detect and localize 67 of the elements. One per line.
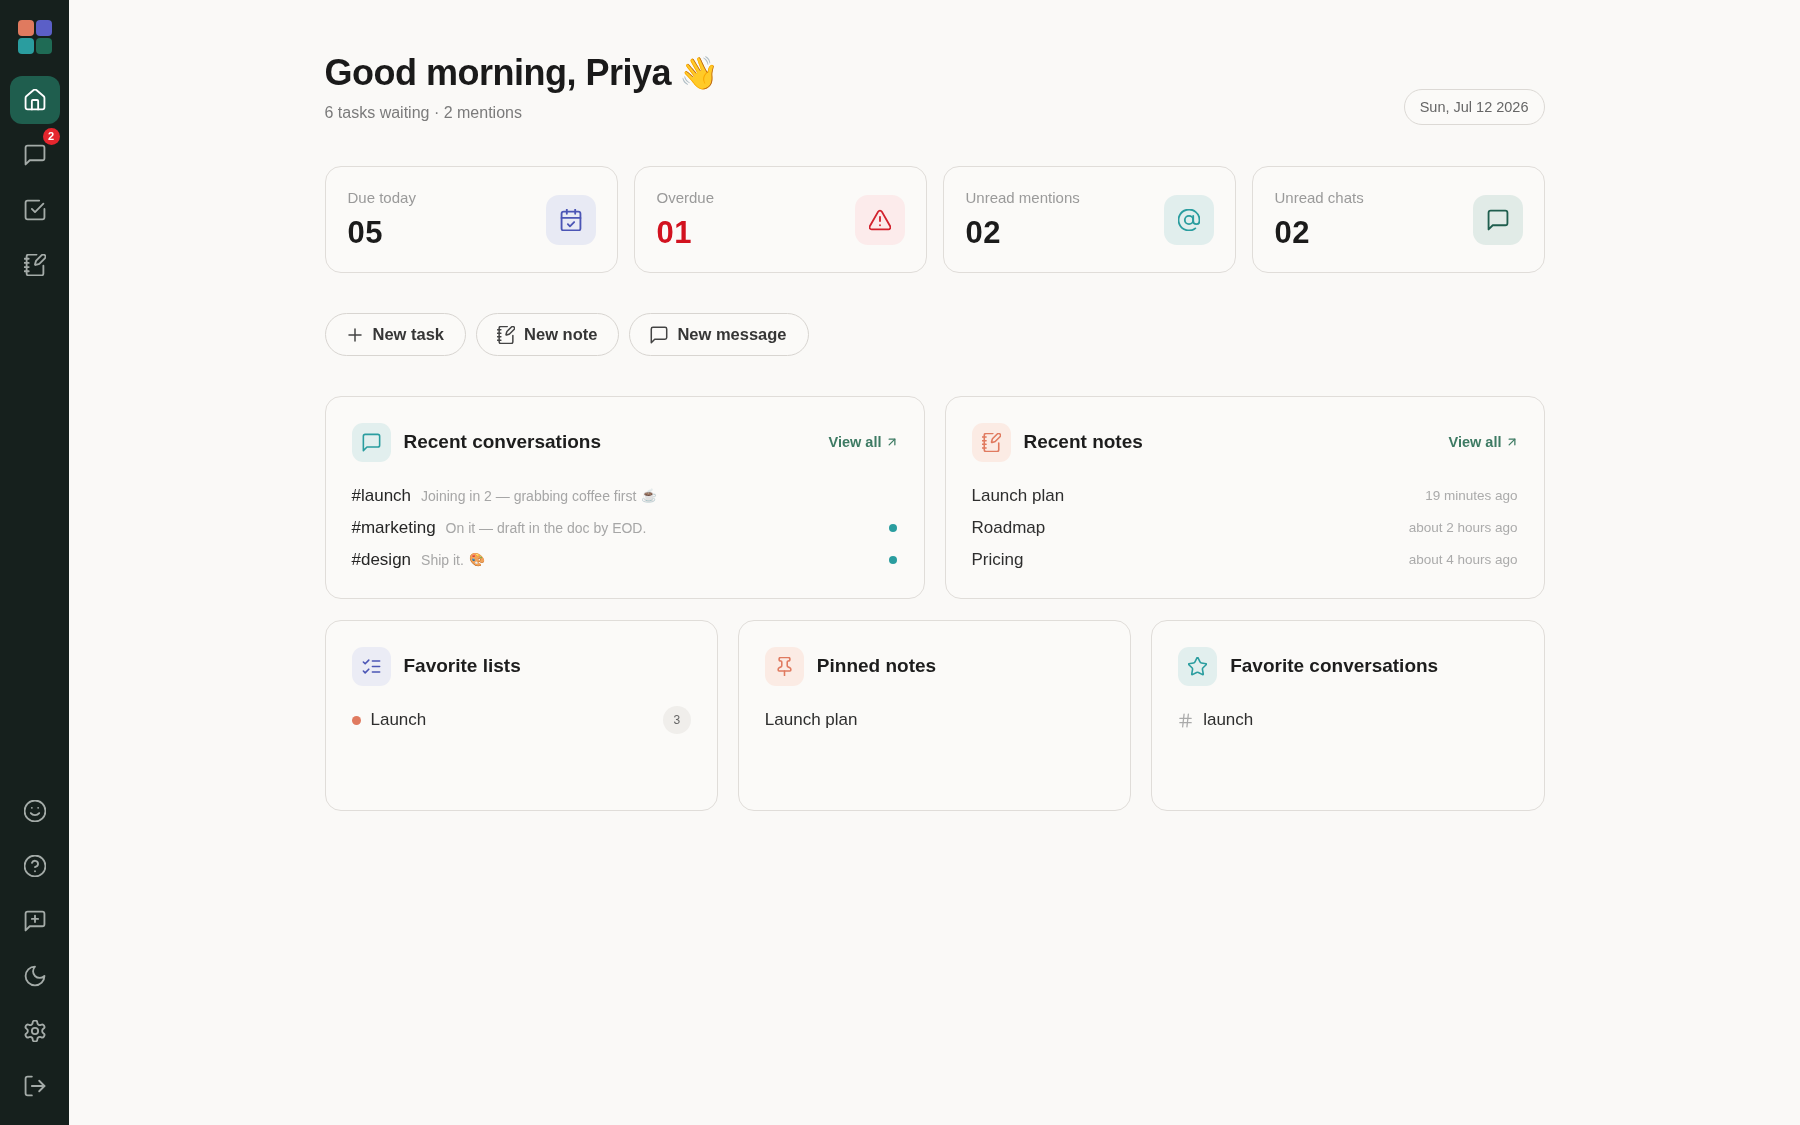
chat-plus-icon (23, 910, 46, 932)
action-button[interactable]: New message (629, 313, 809, 356)
checkbox-icon (23, 199, 46, 221)
plus-icon (345, 325, 364, 344)
notebook-icon (497, 325, 516, 344)
channel-name[interactable]: launch (1203, 709, 1254, 731)
stat-value: 02 (965, 214, 1002, 251)
card-title: Recent conversations (403, 431, 602, 454)
message-preview: Ship it. (421, 551, 464, 569)
stat-value: 01 (656, 214, 693, 251)
app-logo-icon (17, 20, 52, 54)
chat-bubble-icon (23, 144, 46, 166)
help-icon (23, 855, 46, 877)
note-title[interactable]: Roadmap (971, 517, 1046, 539)
smiley-icon (23, 800, 46, 822)
card-title: Recent notes (1023, 431, 1144, 454)
list-name[interactable]: Launch (370, 709, 427, 731)
pin-icon (764, 647, 804, 686)
note-title[interactable]: Launch plan (971, 485, 1065, 507)
card-title: Favorite lists (403, 655, 522, 678)
stat-label: Overdue (656, 188, 715, 207)
star-icon (1178, 647, 1218, 686)
calendar-icon (545, 194, 596, 245)
moon-icon (23, 965, 46, 987)
note-time: 19 minutes ago (1425, 487, 1518, 505)
at-sign-icon (1163, 194, 1214, 245)
hash-icon (1178, 712, 1194, 728)
stat-label: Unread mentions (965, 188, 1080, 207)
action-button[interactable]: New task (324, 313, 467, 356)
date-chip: Sun, Jul 12 2026 (1403, 89, 1545, 125)
note-title[interactable]: Pricing (971, 549, 1024, 571)
emoji-icon: ☕ (641, 488, 658, 504)
message-preview: On it — draft in the doc by EOD. (445, 519, 647, 537)
channel-name[interactable]: #launch (351, 485, 412, 507)
nav-button[interactable] (9, 76, 60, 124)
checklist-icon (351, 647, 391, 686)
note-time: about 4 hours ago (1408, 551, 1518, 569)
notification-badge: 2 (42, 128, 60, 145)
count-badge: 3 (662, 706, 691, 734)
view-all-link[interactable]: View all (1448, 433, 1518, 452)
message-preview: Joining in 2 — grabbing coffee first (421, 487, 637, 505)
channel-name[interactable]: #design (351, 549, 412, 571)
stat-label: Due today (347, 188, 416, 207)
emoji-icon: 🎨 (468, 552, 485, 568)
logout-icon (23, 1075, 46, 1097)
waving-hand-icon: 👋 (679, 53, 720, 93)
stat-value: 02 (1274, 214, 1311, 251)
note-title[interactable]: Launch plan (764, 709, 858, 731)
action-button[interactable]: New note (476, 313, 620, 356)
greeting-title: Good morning, Priya (324, 51, 672, 95)
notebook-icon (23, 254, 46, 276)
chat-bubble-icon (650, 325, 669, 344)
warning-icon (854, 194, 905, 245)
home-icon (23, 89, 46, 111)
nav-button[interactable]: 2 (9, 131, 60, 179)
channel-name[interactable]: #marketing (351, 517, 436, 539)
stat-value: 05 (347, 214, 384, 251)
notebook-icon (971, 423, 1011, 462)
stat-label: Unread chats (1274, 188, 1364, 207)
summary-text: 6 tasks waiting · 2 mentions (324, 103, 523, 123)
chat-bubble-icon (1472, 194, 1523, 245)
chat-bubble-icon (351, 423, 391, 462)
card-title: Favorite conversations (1230, 655, 1440, 678)
view-all-link[interactable]: View all (828, 433, 898, 452)
card-title: Pinned notes (816, 655, 938, 678)
note-time: about 2 hours ago (1408, 519, 1518, 537)
settings-icon (23, 1020, 46, 1042)
